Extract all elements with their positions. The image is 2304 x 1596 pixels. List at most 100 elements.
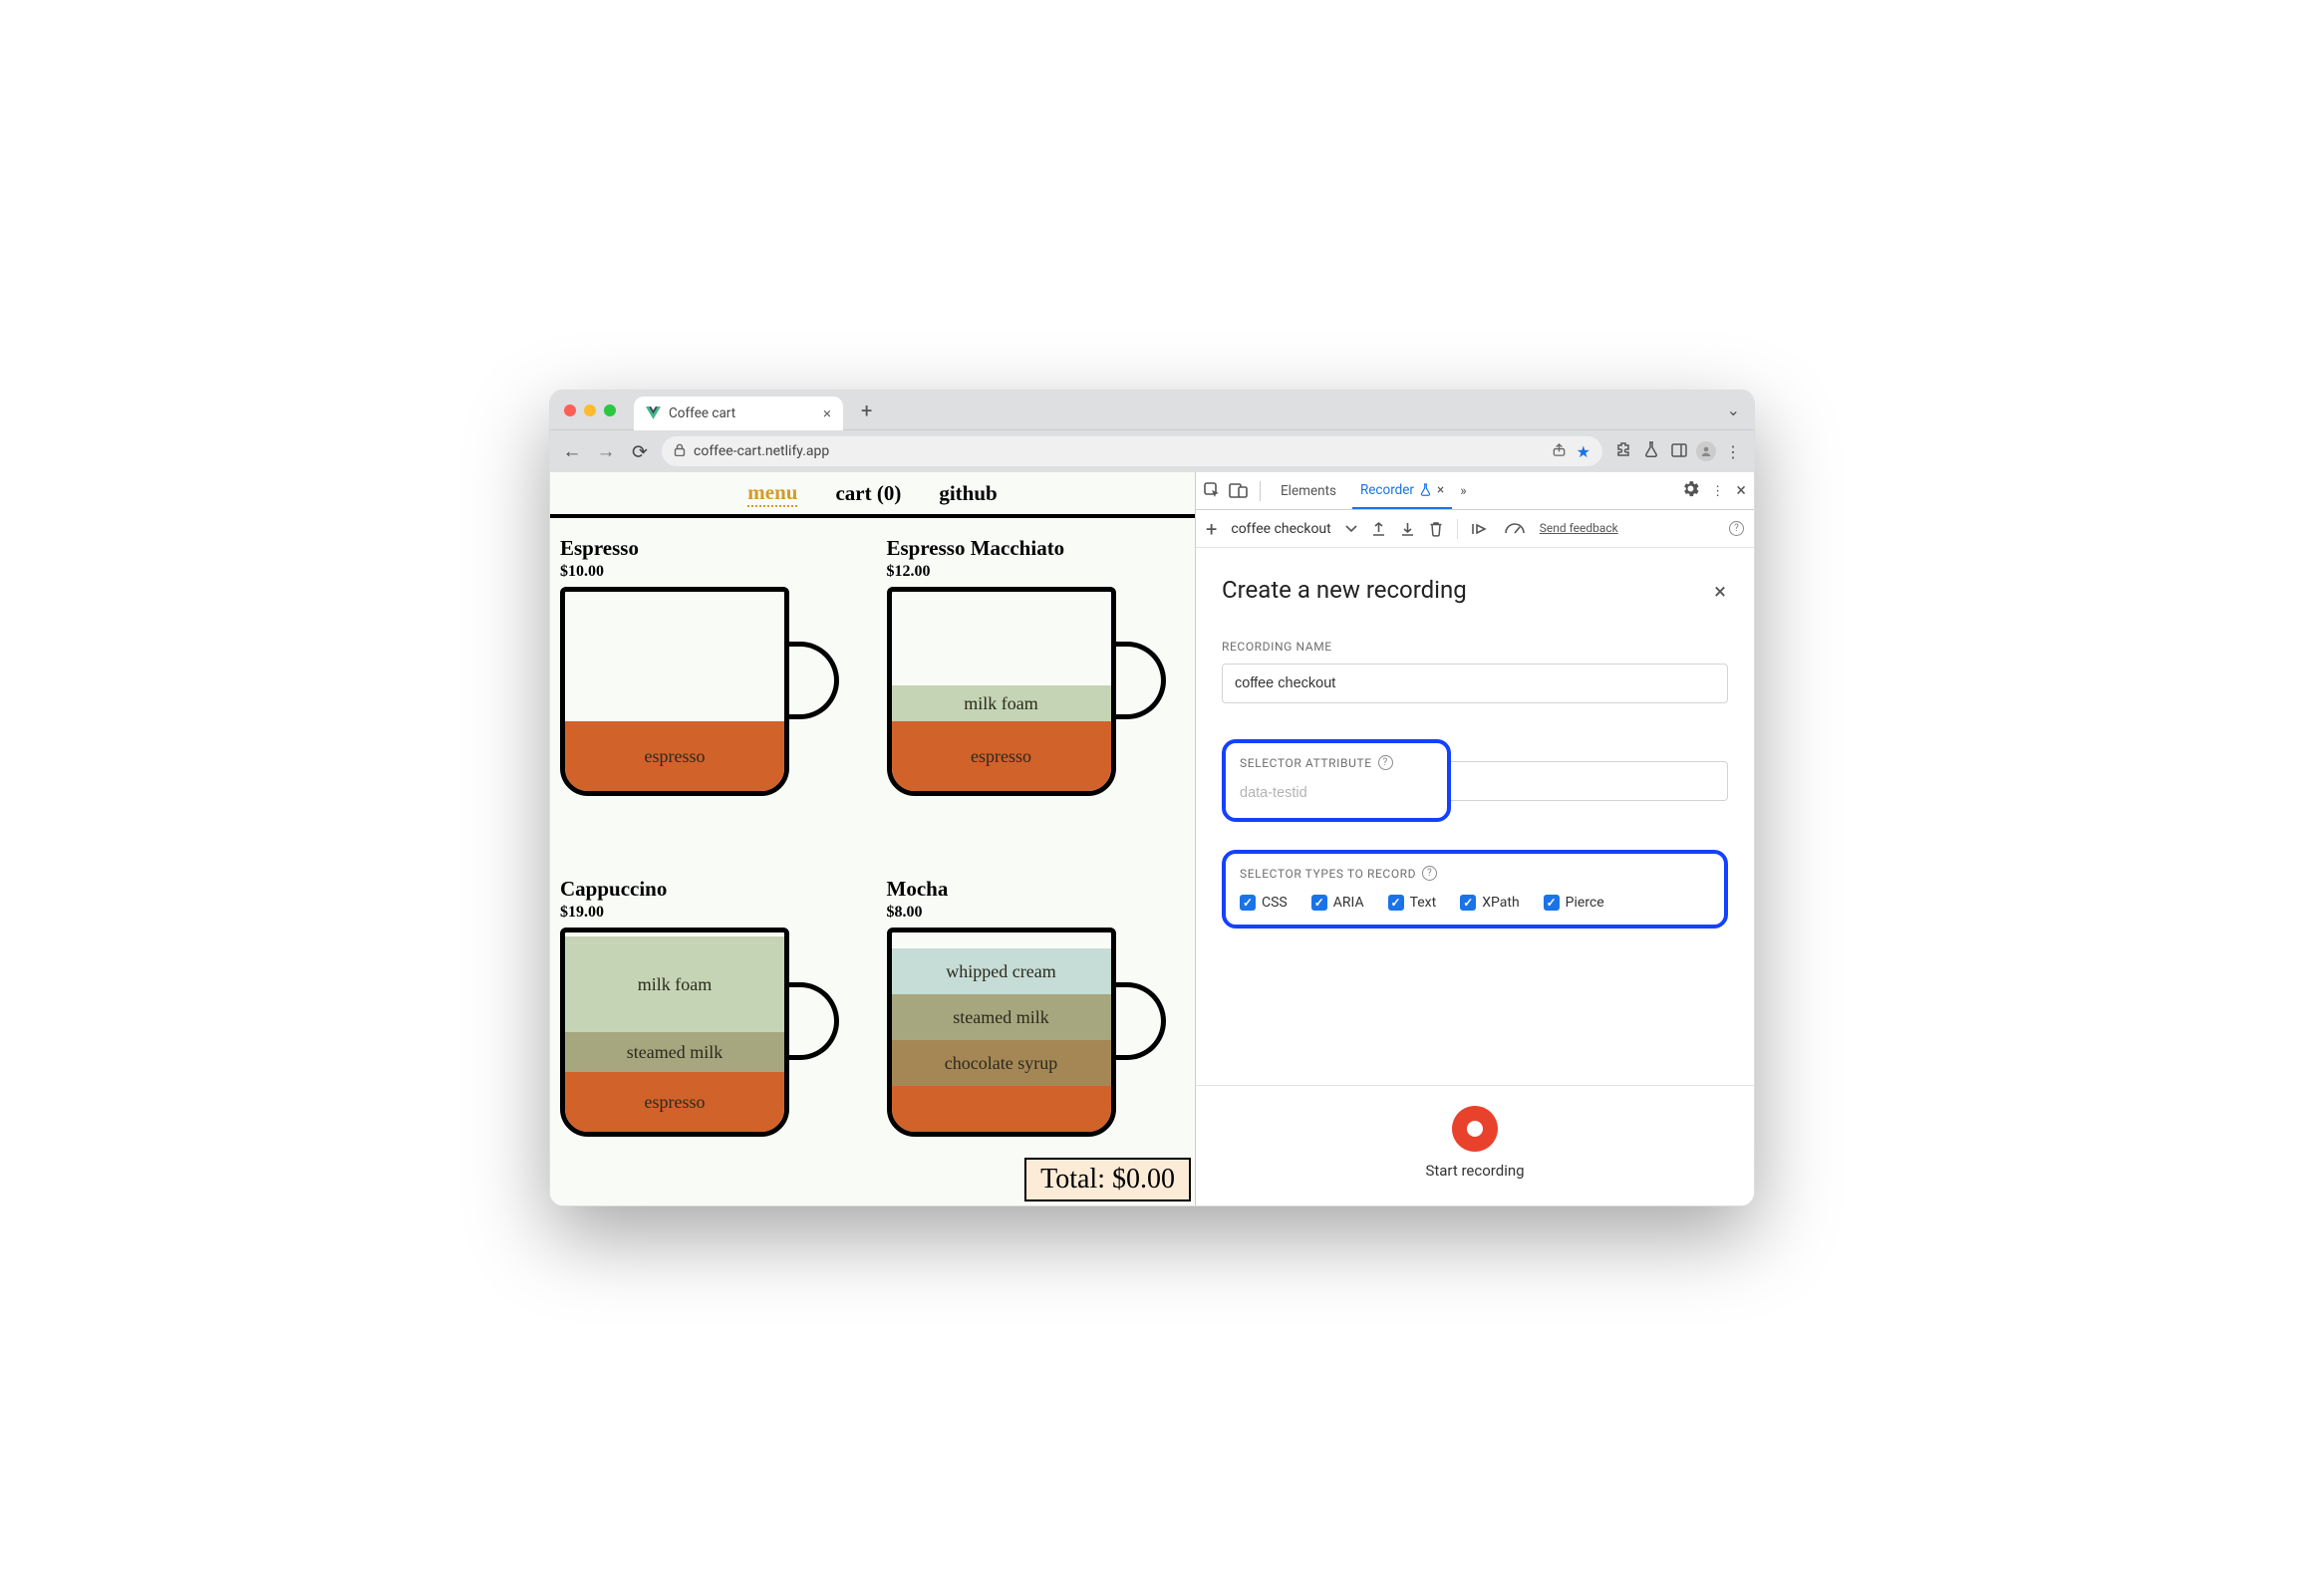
layer-steamed-milk: steamed milk [892, 994, 1111, 1040]
tabs-overflow-button[interactable]: ⌄ [1727, 400, 1740, 419]
browser-menu-button[interactable]: ⋮ [1722, 442, 1744, 461]
recording-name-label: RECORDING NAME [1222, 640, 1728, 654]
device-toggle-icon[interactable] [1229, 483, 1248, 498]
flow-dropdown-icon[interactable] [1345, 525, 1357, 533]
product-espresso-macchiato: Espresso Macchiato $12.00 milk foamespress… [887, 536, 1186, 855]
selector-type-css[interactable]: ✓CSS [1240, 895, 1288, 911]
vue-icon [646, 406, 661, 419]
devtools-tabs: Elements Recorder × » ⋮ × [1196, 472, 1754, 510]
cup-wrap: espresso [560, 587, 859, 806]
layer-espresso: espresso [565, 1072, 784, 1132]
devtools-menu-button[interactable]: ⋮ [1711, 483, 1725, 499]
tab-elements[interactable]: Elements [1273, 472, 1344, 509]
tab-recorder[interactable]: Recorder × [1352, 472, 1452, 509]
nav-cart[interactable]: cart (0) [835, 481, 901, 506]
bookmark-star-icon[interactable]: ★ [1577, 442, 1590, 461]
close-recorder-tab[interactable]: × [1437, 482, 1444, 498]
selector-type-xpath[interactable]: ✓XPath [1460, 895, 1519, 911]
layer-steamed-milk: steamed milk [565, 1032, 784, 1072]
delete-icon[interactable] [1429, 521, 1443, 537]
product-name: Espresso [560, 536, 859, 561]
selector-types-help-icon[interactable]: ? [1422, 866, 1437, 881]
window-controls [564, 404, 616, 416]
share-icon[interactable] [1552, 442, 1567, 461]
cup-wrap: whipped creamsteamed milkchocolate syrup [887, 928, 1186, 1147]
page-nav: menu cart (0) github [550, 472, 1195, 518]
coffee-cup[interactable]: milk foamespresso [887, 587, 1116, 796]
close-window-button[interactable] [564, 404, 576, 416]
coffee-cup[interactable]: espresso [560, 587, 789, 796]
start-recording-button[interactable] [1452, 1106, 1498, 1152]
products-grid: Espresso$10.00espressoEspresso Macchiato… [550, 518, 1195, 1205]
extension-icons: ⋮ [1612, 441, 1744, 461]
selector-attribute-label: SELECTOR ATTRIBUTE ? [1240, 755, 1433, 770]
import-icon[interactable] [1400, 521, 1415, 537]
reload-button[interactable]: ⟳ [628, 440, 652, 463]
browser-tab[interactable]: Coffee cart × [634, 397, 843, 430]
layer-whipped-cream: whipped cream [892, 948, 1111, 994]
profile-icon[interactable] [1696, 441, 1716, 461]
browser-titlebar: Coffee cart × + ⌄ [550, 391, 1754, 430]
inspect-icon[interactable] [1204, 482, 1221, 499]
selector-types-box: SELECTOR TYPES TO RECORD ? ✓CSS ✓ARIA ✓T… [1222, 850, 1728, 929]
recording-flow-name[interactable]: coffee checkout [1231, 521, 1330, 537]
recorder-toolbar: + coffee checkout [1196, 510, 1754, 548]
replay-icon[interactable] [1472, 522, 1490, 536]
product-price: $19.00 [560, 904, 859, 922]
more-tabs-button[interactable]: » [1460, 483, 1466, 499]
webpage: menu cart (0) github Espresso$10.00espre… [550, 472, 1196, 1205]
selector-type-text[interactable]: ✓Text [1388, 895, 1437, 911]
browser-window: Coffee cart × + ⌄ ← → ⟳ coffee-cart.netl… [549, 390, 1755, 1206]
selector-type-pierce[interactable]: ✓Pierce [1544, 895, 1604, 911]
export-icon[interactable] [1371, 521, 1386, 537]
recorder-body: Create a new recording × RECORDING NAME … [1196, 548, 1754, 1085]
cup-wrap: milk foamespresso [887, 587, 1186, 806]
total-badge[interactable]: Total: $0.00 [1024, 1158, 1191, 1201]
nav-menu[interactable]: menu [747, 480, 797, 507]
help-icon[interactable]: ? [1729, 521, 1744, 536]
selector-attribute-field-ext[interactable] [1451, 761, 1728, 801]
back-button[interactable]: ← [560, 439, 584, 463]
new-tab-button[interactable]: + [861, 399, 872, 422]
record-icon [1467, 1121, 1483, 1137]
panel-title: Create a new recording [1222, 576, 1728, 604]
cup-handle [787, 642, 839, 719]
send-feedback-link[interactable]: Send feedback [1540, 522, 1618, 535]
selector-type-aria[interactable]: ✓ARIA [1311, 895, 1364, 911]
extensions-icon[interactable] [1612, 441, 1634, 461]
selector-attribute-help-icon[interactable]: ? [1378, 755, 1393, 770]
selector-types-label: SELECTOR TYPES TO RECORD ? [1240, 866, 1710, 881]
replay-speed-icon[interactable] [1504, 522, 1526, 535]
tab-title: Coffee cart [669, 405, 735, 421]
devtools-panel: Elements Recorder × » ⋮ × + coffee chec [1196, 472, 1754, 1205]
browser-addressbar: ← → ⟳ coffee-cart.netlify.app ★ [550, 430, 1754, 472]
close-panel-button[interactable]: × [1714, 580, 1726, 605]
close-tab-button[interactable]: × [823, 404, 831, 422]
sidepanel-icon[interactable] [1668, 442, 1690, 461]
minimize-window-button[interactable] [584, 404, 596, 416]
product-name: Mocha [887, 877, 1186, 902]
lock-icon [674, 443, 686, 460]
layer-milk-foam: milk foam [892, 685, 1111, 721]
cup-wrap: milk foamsteamed milkespresso [560, 928, 859, 1147]
layer-milk-foam: milk foam [565, 936, 784, 1032]
close-devtools-button[interactable]: × [1736, 480, 1746, 501]
url-input[interactable]: coffee-cart.netlify.app ★ [662, 436, 1602, 466]
product-espresso: Espresso$10.00espresso [560, 536, 859, 855]
coffee-cup[interactable]: whipped creamsteamed milkchocolate syrup [887, 928, 1116, 1137]
maximize-window-button[interactable] [604, 404, 616, 416]
nav-github[interactable]: github [939, 481, 997, 506]
recording-name-input[interactable] [1222, 664, 1728, 703]
product-cappuccino: Cappuccino$19.00milk foamsteamed milkesp… [560, 877, 859, 1196]
settings-icon[interactable] [1682, 480, 1699, 501]
product-price: $12.00 [887, 563, 1186, 581]
selector-attribute-input[interactable] [1240, 780, 1433, 806]
recorder-footer: Start recording [1196, 1085, 1754, 1205]
coffee-cup[interactable]: milk foamsteamed milkespresso [560, 928, 789, 1137]
forward-button[interactable]: → [594, 439, 618, 463]
product-name: Espresso Macchiato [887, 536, 1186, 561]
cup-handle [1114, 642, 1166, 719]
new-recording-button[interactable]: + [1206, 517, 1217, 541]
labs-icon[interactable] [1640, 441, 1662, 461]
layer-espresso-l [892, 1086, 1111, 1132]
